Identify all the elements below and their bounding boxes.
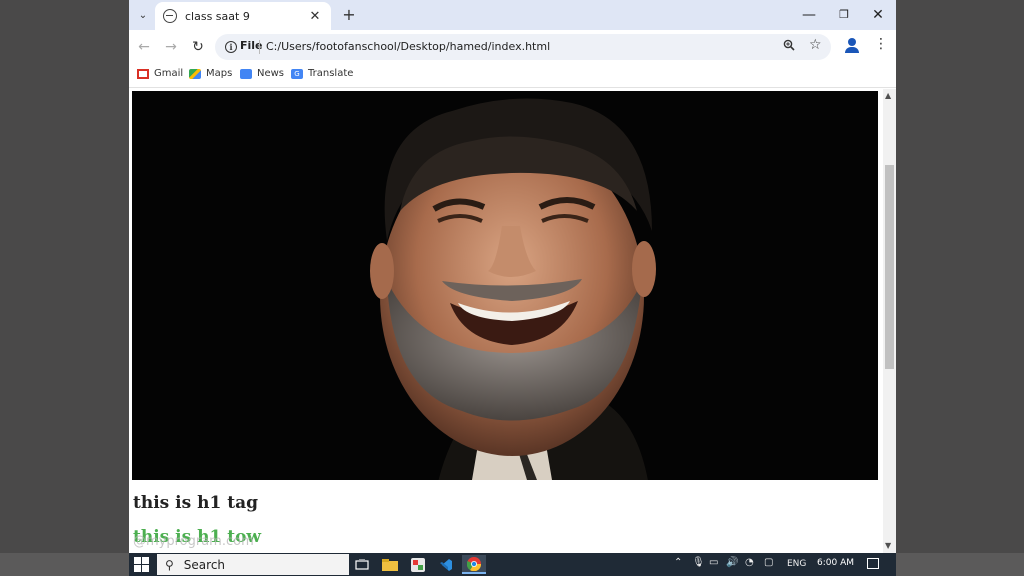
bookmark-gmail[interactable]: Gmail (137, 68, 183, 79)
info-icon[interactable]: i (225, 41, 237, 53)
network-icon[interactable]: ◔ (745, 557, 754, 568)
microphone-icon[interactable]: 🎙 (692, 557, 705, 568)
tray-overflow-icon[interactable]: ⌃ (674, 557, 682, 568)
close-window-button[interactable]: ✕ (863, 4, 893, 26)
search-placeholder: Search (183, 557, 226, 572)
reload-button[interactable]: ↻ (188, 37, 208, 57)
taskbar-search[interactable]: ⚲ Search (157, 554, 349, 575)
scroll-up-icon[interactable]: ▲ (885, 91, 891, 100)
minimize-button[interactable]: — (794, 4, 824, 26)
back-button[interactable]: ← (134, 37, 154, 57)
bookmark-news[interactable]: News (240, 68, 284, 79)
task-view-icon[interactable] (350, 555, 374, 574)
vscode-icon[interactable] (434, 555, 458, 574)
bookmark-maps[interactable]: Maps (189, 68, 232, 79)
restore-button[interactable]: ❐ (829, 4, 859, 26)
chrome-icon[interactable] (462, 555, 486, 574)
menu-icon[interactable]: ⋮ (874, 36, 888, 52)
browser-toolbar: ← → ↻ i File C:/Users/footofanschool/Des… (129, 30, 896, 64)
vertical-scrollbar[interactable]: ▲ ▼ (883, 89, 896, 553)
battery-icon[interactable]: ▭ (709, 557, 718, 568)
clock[interactable]: 6:00 AM (817, 558, 854, 568)
gmail-icon (137, 68, 149, 79)
scrollbar-thumb[interactable] (885, 165, 894, 370)
browser-window: ⌄ class saat 9 ✕ + — ❐ ✕ ← → ↻ i File C:… (129, 0, 896, 553)
tab-active[interactable]: class saat 9 ✕ (155, 2, 331, 30)
close-tab-icon[interactable]: ✕ (307, 9, 323, 24)
address-bar[interactable]: i File C:/Users/footofanschool/Desktop/h… (215, 34, 831, 60)
page-viewport[interactable]: this is h1 tag this is h1 tow @myprogram… (129, 89, 883, 553)
volume-icon[interactable]: 🔊 (726, 557, 738, 568)
desktop-right-margin (896, 0, 1024, 553)
forward-button[interactable]: → (161, 37, 181, 57)
windows-start-icon[interactable] (134, 557, 149, 572)
portrait-image (132, 91, 878, 480)
tab-strip: ⌄ class saat 9 ✕ + — ❐ ✕ (129, 0, 896, 30)
zoom-icon[interactable] (783, 39, 795, 54)
bookmarks-bar: Gmail Maps News G Translate (129, 64, 896, 88)
desktop-left-margin (0, 0, 129, 553)
taskbar: ⚲ Search ⌃ 🎙 ▭ 🔊 ◔ ▢ ENG 6:00 AM (129, 553, 896, 576)
display-icon[interactable]: ▢ (764, 557, 773, 568)
scroll-down-icon[interactable]: ▼ (885, 541, 891, 550)
tab-search-button[interactable]: ⌄ (133, 5, 153, 25)
watermark-text: @myprogram.com (133, 534, 254, 549)
app-icon[interactable] (406, 555, 430, 574)
translate-icon: G (291, 68, 303, 79)
news-icon (240, 68, 252, 79)
maps-icon (189, 68, 201, 79)
search-icon: ⚲ (165, 557, 174, 572)
new-tab-button[interactable]: + (339, 5, 359, 25)
file-explorer-icon[interactable] (378, 555, 402, 574)
bookmark-translate[interactable]: G Translate (291, 68, 353, 79)
address-divider (259, 40, 260, 54)
profile-icon[interactable] (845, 38, 859, 54)
star-icon[interactable]: ☆ (809, 37, 822, 53)
chevron-down-icon: ⌄ (138, 9, 148, 21)
tab-title: class saat 9 (185, 9, 250, 23)
language-indicator[interactable]: ENG (787, 559, 806, 569)
heading-1: this is h1 tag (133, 493, 258, 513)
url-text[interactable]: C:/Users/footofanschool/Desktop/hamed/in… (266, 40, 550, 53)
globe-icon (163, 9, 177, 23)
notification-icon[interactable] (867, 558, 879, 569)
